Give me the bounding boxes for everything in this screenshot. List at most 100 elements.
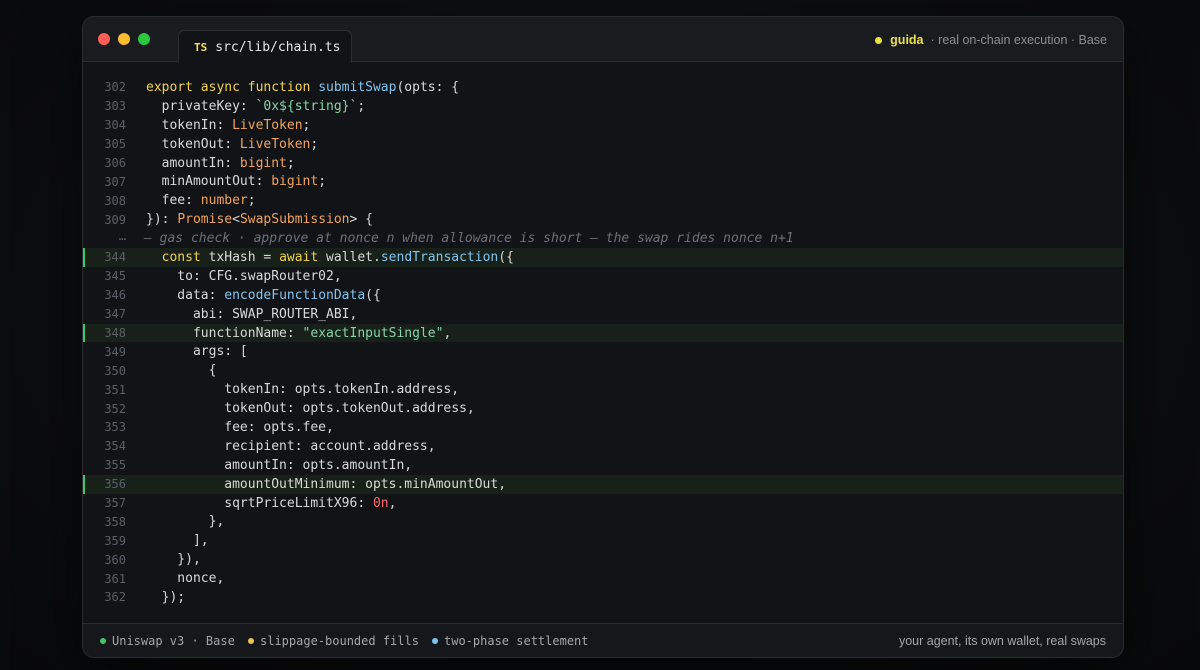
code-text: amountIn: bigint; (146, 156, 295, 171)
line-number: ⋯ (118, 231, 126, 246)
code-line: 358 }, (83, 512, 1123, 531)
code-text: amountOutMinimum: opts.minAmountOut, (146, 477, 506, 492)
code-line: 348 functionName: "exactInputSingle", (83, 323, 1123, 343)
code-line: 307 minAmountOut: bigint; (83, 172, 1123, 191)
minimize-window-button[interactable] (118, 33, 130, 45)
code-token: minAmountOut: (146, 174, 272, 190)
code-token: submitSwap (318, 79, 397, 95)
code-token: privateKey: (146, 98, 256, 114)
code-line: 304 tokenIn: LiveToken; (83, 116, 1123, 135)
code-token: tokenOut: (146, 136, 240, 152)
code-token: ({ (498, 249, 514, 265)
code-text: }), (146, 552, 201, 567)
line-number: 358 (104, 514, 126, 529)
line-number: 361 (104, 571, 126, 586)
code-text: ], (146, 533, 209, 548)
title-bar: TS src/lib/chain.ts guida · real on-chai… (83, 17, 1123, 63)
line-number: 356 (104, 477, 126, 492)
status-footer: Uniswap v3 · Base slippage-bounded fills… (83, 623, 1123, 657)
line-number: 357 (104, 496, 126, 511)
line-number: 353 (104, 420, 126, 435)
brand-header: guida · real on-chain execution · Base (875, 31, 1107, 49)
code-token: (opts: { (396, 79, 460, 95)
code-token: amountIn: (146, 155, 240, 171)
line-number: 360 (104, 552, 126, 567)
code-token: tokenIn: (146, 117, 233, 133)
code-text: { (146, 363, 217, 378)
code-token: txHash = (208, 249, 280, 265)
code-token: to: CFG.swapRouter02, (146, 268, 342, 284)
line-number: 352 (104, 401, 126, 416)
code-line: 359 ], (83, 531, 1123, 550)
line-number: 347 (104, 307, 126, 322)
code-token: }, (146, 514, 225, 530)
code-token: sqrtPriceLimitX96: (146, 495, 373, 511)
code-token: 0n (372, 495, 389, 511)
code-line: 302 export async function submitSwap(opts… (83, 78, 1123, 97)
code-text: tokenOut: LiveToken; (146, 136, 319, 152)
line-number: 304 (104, 118, 126, 133)
code-token: tokenOut: opts.tokenOut.address, (146, 401, 475, 417)
code-text: export async function submitSwap(opts: { (146, 80, 459, 95)
code-token: await (279, 249, 327, 265)
code-line: 354 recipient: account.address, (83, 437, 1123, 456)
code-token: }); (146, 589, 186, 605)
line-number: 302 (104, 80, 126, 95)
code-line: 309}): Promise<SwapSubmission> { (83, 210, 1123, 229)
code-text: tokenOut: opts.tokenOut.address, (146, 401, 475, 417)
code-token: amountOutMinimum: opts.minAmountOut, (146, 476, 507, 492)
code-token: data: (146, 287, 225, 303)
close-window-button[interactable] (98, 33, 110, 45)
code-line: 305 tokenOut: LiveToken; (83, 135, 1123, 154)
code-editor[interactable]: 302 export async function submitSwap(opts… (83, 78, 1123, 607)
code-token: bigint (271, 174, 319, 190)
code-token: wallet. (326, 249, 381, 265)
maximize-window-button[interactable] (138, 33, 150, 45)
code-line: 349 args: [ (83, 342, 1123, 361)
code-token: ; (286, 155, 295, 171)
file-tab[interactable]: TS src/lib/chain.ts (178, 30, 352, 63)
code-text: }); (146, 589, 186, 605)
line-number: 344 (104, 250, 126, 265)
status-dot-icon (432, 638, 438, 644)
code-line: 306 amountIn: bigint; (83, 154, 1123, 173)
code-token: abi: SWAP_ROUTER_ABI, (146, 306, 358, 322)
footer-item-settlement: two-phase settlement (432, 634, 589, 648)
code-token: ({ (365, 287, 381, 303)
line-number: 303 (104, 99, 126, 114)
code-token: }): (146, 212, 178, 228)
footer-tagline: your agent, its own wallet, real swaps (898, 634, 1106, 648)
code-line: 350 { (83, 361, 1123, 380)
code-token: Promise (177, 212, 233, 228)
code-token: ], (146, 533, 209, 549)
footer-item-label: slippage-bounded fills (260, 634, 419, 648)
code-token: }), (146, 552, 201, 568)
code-text: — gas check · approve at nonce n when al… (144, 231, 794, 246)
code-token: fee: opts.fee, (146, 419, 334, 435)
code-text: minAmountOut: bigint; (146, 174, 326, 189)
folded-region[interactable]: ⋯ — gas check · approve at nonce n when a… (83, 229, 1123, 248)
code-token: export async function (146, 79, 319, 95)
code-token: ; (318, 174, 327, 190)
line-number: 348 (104, 326, 126, 341)
code-text: nonce, (146, 571, 224, 586)
code-token: — gas check · approve at nonce n when al… (144, 231, 794, 247)
code-text: args: [ (146, 344, 248, 359)
line-number: 308 (104, 193, 126, 208)
code-line: 303 privateKey: `0x${string}`; (83, 97, 1123, 116)
code-line: 356 amountOutMinimum: opts.minAmountOut, (83, 474, 1123, 494)
code-text: to: CFG.swapRouter02, (146, 268, 342, 284)
line-number: 362 (104, 590, 126, 605)
brand-name: guida (890, 33, 924, 47)
code-token: ; (302, 117, 311, 133)
code-token: LiveToken (239, 136, 311, 152)
code-token: "exactInputSingle" (302, 325, 444, 341)
footer-item-uniswap: Uniswap v3 · Base (100, 634, 235, 648)
code-token: sendTransaction (380, 249, 499, 265)
line-number: 306 (104, 156, 126, 170)
code-line: 361 nonce, (83, 569, 1123, 588)
code-token: ; (310, 136, 319, 152)
code-token: tokenIn: opts.tokenIn.address, (146, 382, 460, 398)
code-token: const (161, 249, 209, 265)
